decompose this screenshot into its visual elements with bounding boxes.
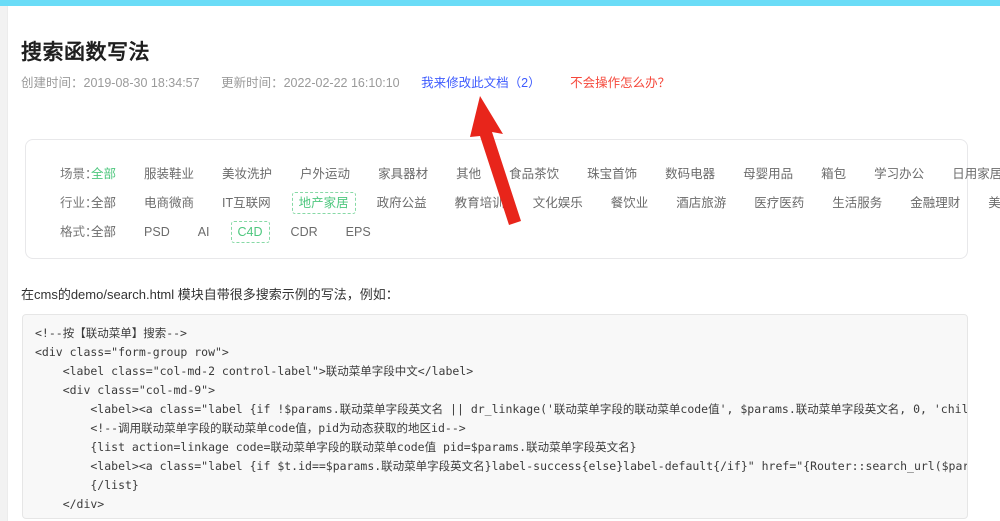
filter-item-scene-7[interactable]: 珠宝首饰	[580, 163, 644, 185]
filter-item-industry-3[interactable]: 地产家居	[291, 192, 356, 214]
code-line: {list action=linkage code=联动菜单字段的联动菜单cod…	[35, 440, 637, 454]
code-line: </div>	[35, 514, 967, 518]
filter-item-industry-1[interactable]: 电商微商	[137, 192, 201, 214]
filter-item-scene-12[interactable]: 日用家居	[945, 163, 1000, 185]
filter-item-format-0[interactable]: 全部	[84, 221, 123, 243]
edit-document-link[interactable]: 我来修改此文档（2）	[421, 76, 540, 90]
filter-item-scene-5[interactable]: 其他	[449, 163, 488, 185]
code-line: <!--按【联动菜单】搜索-->	[35, 326, 187, 340]
filter-item-industry-8[interactable]: 酒店旅游	[669, 192, 733, 214]
help-link[interactable]: 不会操作怎么办？	[570, 76, 670, 90]
updated-time-label: 更新时间：2022-02-22 16:10:10	[221, 76, 400, 90]
filter-item-industry-6[interactable]: 文化娱乐	[526, 192, 590, 214]
filter-row-industry: 行业：全部 电商微商 IT互联网 地产家居 政府公益 教育培训 文化娱乐 餐饮业 酒店旅游 医疗医…	[26, 192, 1000, 218]
document-meta-row: 创建时间：2019-08-30 18:34:57 更新时间：2022-02-22…	[21, 72, 670, 91]
code-line: <!--调用联动菜单字段的联动菜单code值，pid为动态获取的地区id-->	[35, 421, 466, 435]
code-line: <label class="col-md-2 control-label">联动…	[35, 364, 474, 378]
filter-item-scene-11[interactable]: 学习办公	[867, 163, 931, 185]
filter-item-industry-7[interactable]: 餐饮业	[604, 192, 656, 214]
filter-item-scene-10[interactable]: 箱包	[814, 163, 853, 185]
filter-item-industry-12[interactable]: 美容健身	[981, 192, 1000, 214]
filter-item-industry-5[interactable]: 教育培训	[448, 192, 512, 214]
filter-row-scene: 场景：全部 服装鞋业 美妆洗护 户外运动 家具器材 其他 食品茶饮 珠宝首饰 数码电器 母婴用品箱…	[26, 163, 1000, 189]
filter-item-scene-9[interactable]: 母婴用品	[736, 163, 800, 185]
filter-label-scene: 场景：	[60, 167, 98, 181]
filter-item-scene-0[interactable]: 全部	[84, 163, 123, 185]
code-block[interactable]: <!--按【联动菜单】搜索--> <div class="form-group …	[22, 314, 968, 519]
code-line: <div class="col-md-9">	[35, 383, 216, 397]
code-line: <label><a class="label {if !$params.联动菜单…	[35, 402, 968, 416]
filter-item-scene-2[interactable]: 美妆洗护	[215, 163, 279, 185]
filter-row-format: 格式：全部 PSD AI C4D CDR EPS	[26, 221, 967, 247]
intro-paragraph: 在cms的demo/search.html 模块自带很多搜索示例的写法，例如：	[21, 287, 399, 302]
code-line: <div class="form-group row">	[35, 345, 229, 359]
filter-label-industry: 行业：	[60, 196, 98, 210]
filter-item-scene-8[interactable]: 数码电器	[658, 163, 722, 185]
filter-item-format-3[interactable]: C4D	[230, 221, 270, 243]
filter-card: 场景：全部 服装鞋业 美妆洗护 户外运动 家具器材 其他 食品茶饮 珠宝首饰 数码电器 母婴用品箱…	[25, 139, 1000, 259]
document-content: 搜索函数写法 创建时间：2019-08-30 18:34:57 更新时间：202…	[9, 6, 1000, 521]
filter-item-scene-3[interactable]: 户外运动	[293, 163, 357, 185]
filter-item-scene-4[interactable]: 家具器材	[371, 163, 435, 185]
filter-item-scene-6[interactable]: 食品茶饮	[502, 163, 566, 185]
filter-item-format-2[interactable]: AI	[191, 221, 217, 243]
filter-item-industry-4[interactable]: 政府公益	[370, 192, 434, 214]
filter-item-industry-2[interactable]: IT互联网	[215, 192, 278, 214]
filter-item-format-5[interactable]: EPS	[339, 221, 378, 243]
filter-item-format-1[interactable]: PSD	[137, 221, 177, 243]
code-line: </div>	[35, 497, 105, 511]
filter-item-industry-11[interactable]: 金融理财	[903, 192, 967, 214]
filter-item-scene-1[interactable]: 服装鞋业	[137, 163, 201, 185]
filter-label-format: 格式：	[60, 225, 98, 239]
page-root: 搜索函数写法 创建时间：2019-08-30 18:34:57 更新时间：202…	[0, 0, 1000, 521]
left-gutter-strip	[0, 6, 8, 521]
page-title: 搜索函数写法	[21, 41, 150, 64]
code-line: <label><a class="label {if $t.id==$param…	[35, 459, 968, 473]
code-line: {/list}	[35, 478, 139, 492]
filter-item-industry-9[interactable]: 医疗医药	[747, 192, 811, 214]
created-time-label: 创建时间：2019-08-30 18:34:57	[21, 76, 200, 90]
filter-item-industry-0[interactable]: 全部	[84, 192, 123, 214]
filter-item-format-4[interactable]: CDR	[284, 221, 325, 243]
filter-item-industry-10[interactable]: 生活服务	[825, 192, 889, 214]
